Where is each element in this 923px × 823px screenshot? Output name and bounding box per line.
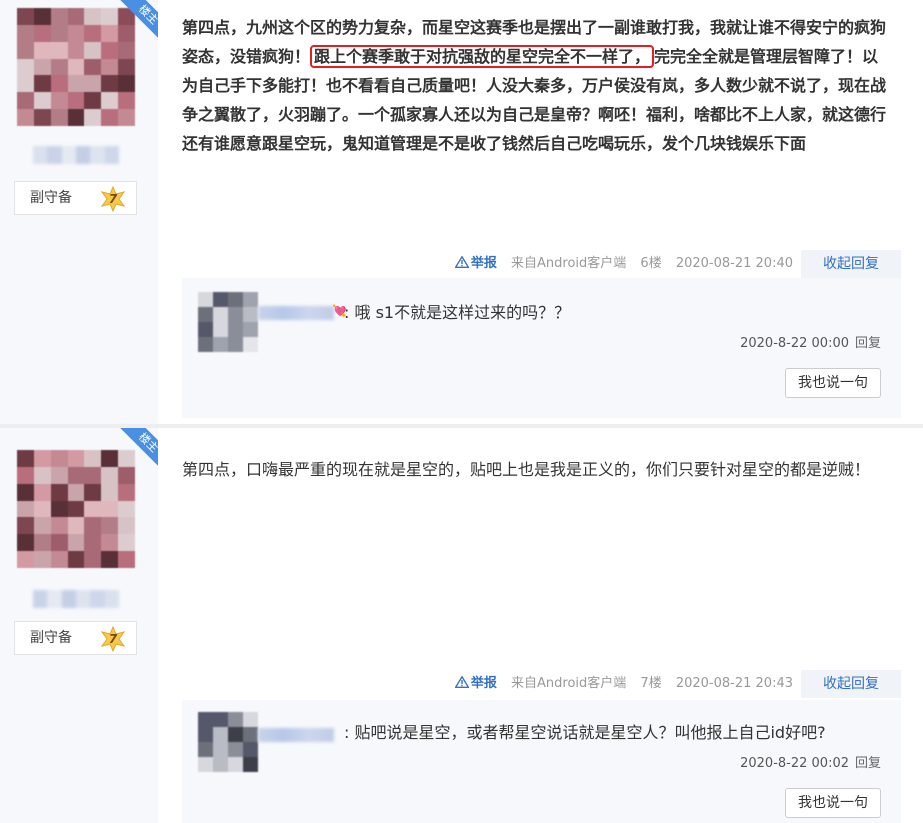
warning-triangle-icon: [454, 256, 469, 268]
post-time: 2020-08-21 20:43: [675, 676, 793, 691]
post-source: 来自Android客户端: [511, 256, 627, 271]
level-number: 7: [108, 192, 118, 206]
report-label: 举报: [470, 256, 497, 271]
reply-username[interactable]: [258, 728, 334, 742]
post-floor-7: 楼主 副守备 7 第四点，口嗨最严重的现在就是星空的，贴吧上也是我是正义的，你们…: [0, 428, 923, 823]
warning-triangle-icon: [454, 676, 469, 688]
owner-ribbon: 楼主: [110, 0, 158, 48]
level-badge[interactable]: 副守备 7: [14, 181, 137, 215]
post-content: 第四点，口嗨最严重的现在就是星空的，贴吧上也是我是正义的，你们只要针对星空的都是…: [182, 460, 871, 479]
owner-ribbon: 楼主: [110, 428, 158, 476]
post-meta: 举报 来自Android客户端 7楼 2020-08-21 20:43: [445, 670, 793, 698]
reply-text: : 贴吧说是星空，或者帮星空说话就是星空人？叫他报上自己id好吧?: [344, 723, 826, 742]
post-time: 2020-08-21 20:40: [675, 256, 793, 271]
post-source: 来自Android客户端: [511, 676, 627, 691]
level-badge[interactable]: 副守备 7: [14, 621, 137, 655]
level-title: 副守备: [30, 630, 72, 646]
reply-username[interactable]: [258, 306, 334, 320]
author-username[interactable]: [33, 146, 119, 164]
add-comment-button[interactable]: 我也说一句: [785, 368, 881, 398]
add-comment-button[interactable]: 我也说一句: [785, 788, 881, 818]
author-sidebar: 楼主 副守备 7: [0, 428, 158, 823]
level-number: 7: [108, 632, 118, 646]
owner-tag: 楼主: [117, 0, 158, 46]
collapse-replies-button[interactable]: 收起回复: [801, 670, 901, 698]
highlighted-text: 跟上个赛季敢于对抗强敌的星空完全不一样了，: [310, 45, 655, 68]
post-floor-6: 楼主 副守备 7 第四点，九州这个区的势力复杂，而星空这赛季也是摆出了一副谁敢打…: [0, 0, 923, 424]
post-content: 第四点，九州这个区的势力复杂，而星空这赛季也是摆出了一副谁敢打我，我就让谁不得安…: [182, 13, 894, 158]
reply-time: 2020-8-22 00:02: [740, 756, 849, 771]
reply-avatar[interactable]: [198, 292, 258, 352]
reply-area: 💘 : 哦 s1不就是这样过来的吗？？ 2020-8-22 00:00 回复 我也…: [182, 278, 901, 418]
reply-text: : 哦 s1不就是这样过来的吗？？: [344, 303, 571, 322]
reply-meta: 2020-8-22 00:02 回复: [740, 752, 881, 771]
reply-area: : 贴吧说是星空，或者帮星空说话就是星空人？叫他报上自己id好吧? 2020-8…: [182, 700, 901, 823]
level-title: 副守备: [30, 190, 72, 206]
reply-avatar[interactable]: [198, 712, 258, 772]
author-sidebar: 楼主 副守备 7: [0, 0, 158, 424]
reply-time: 2020-8-22 00:00: [740, 336, 849, 351]
post-floor: 6楼: [640, 256, 662, 271]
owner-tag: 楼主: [117, 428, 158, 474]
report-label: 举报: [470, 676, 497, 691]
post-floor: 7楼: [640, 676, 662, 691]
report-link[interactable]: 举报: [454, 256, 497, 271]
reply-link[interactable]: 回复: [855, 336, 881, 351]
post-meta: 举报 来自Android客户端 6楼 2020-08-21 20:40: [445, 250, 793, 278]
author-username[interactable]: [33, 590, 119, 608]
collapse-replies-button[interactable]: 收起回复: [801, 250, 901, 278]
reply-meta: 2020-8-22 00:00 回复: [740, 332, 881, 351]
report-link[interactable]: 举报: [454, 676, 497, 691]
reply-link[interactable]: 回复: [855, 756, 881, 771]
